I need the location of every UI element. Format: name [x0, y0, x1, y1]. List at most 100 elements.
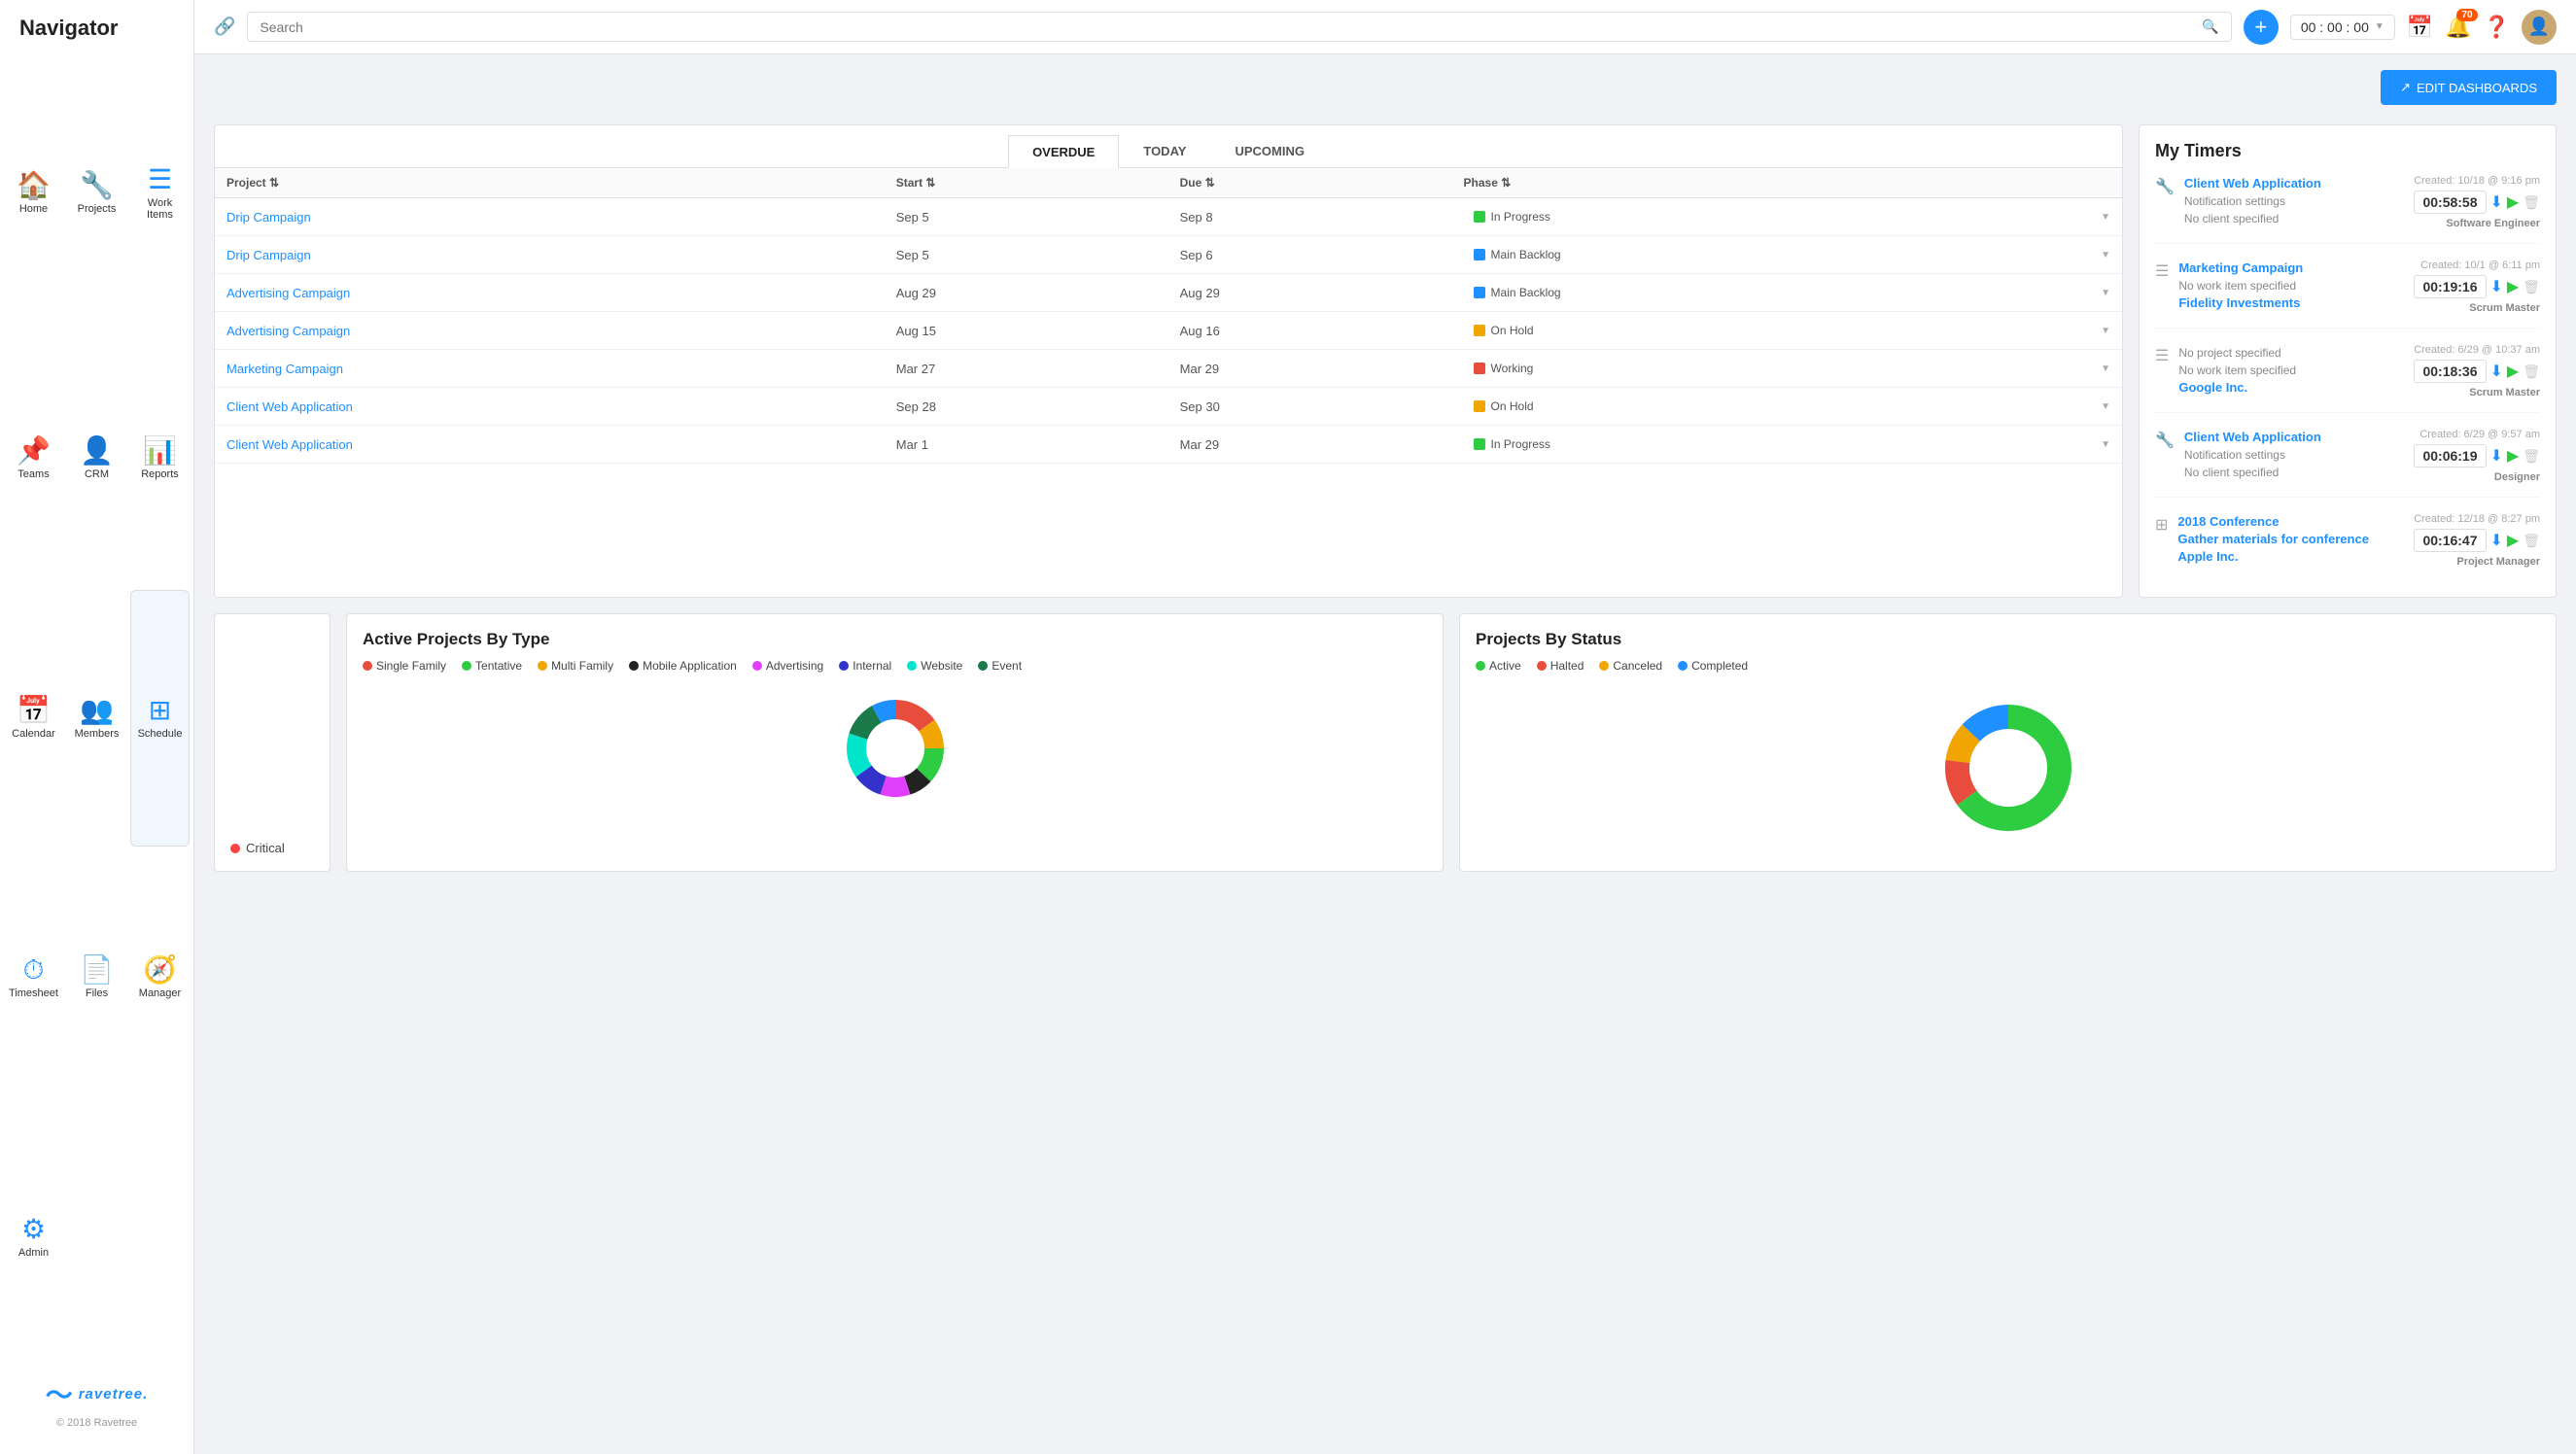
- project-link[interactable]: Advertising Campaign: [215, 312, 885, 350]
- timer-link[interactable]: 2018 Conference: [2177, 514, 2279, 529]
- project-link[interactable]: Advertising Campaign: [215, 274, 885, 312]
- timer-download-btn[interactable]: ⬇: [2490, 531, 2503, 550]
- reports-icon: 📊: [143, 437, 177, 465]
- phase-cell[interactable]: On Hold ▼: [1452, 388, 2122, 426]
- phase-cell[interactable]: Main Backlog ▼: [1452, 236, 2122, 274]
- timer-download-btn[interactable]: ⬇: [2490, 192, 2503, 212]
- projects-status-title: Projects By Status: [1476, 630, 2540, 649]
- timers-title: My Timers: [2155, 141, 2540, 161]
- phase-cell[interactable]: On Hold ▼: [1452, 312, 2122, 350]
- timer-client-link[interactable]: Google Inc.: [2178, 380, 2247, 395]
- dashboard-top-row: OVERDUETODAYUPCOMING Project ⇅ Start ⇅ D…: [214, 124, 2557, 598]
- tab-overdue[interactable]: OVERDUE: [1008, 135, 1119, 168]
- sidebar-item-work-items[interactable]: ☰ Work Items: [130, 60, 190, 327]
- legend-dot: [363, 661, 372, 671]
- sidebar-item-timesheet[interactable]: ⏱ Timesheet: [4, 850, 63, 1105]
- timer-type-icon: ⊞: [2155, 515, 2168, 535]
- sidebar-item-reports[interactable]: 📊 Reports: [130, 330, 190, 585]
- phase-cell[interactable]: Main Backlog ▼: [1452, 274, 2122, 312]
- link-icon[interactable]: 🔗: [214, 17, 235, 37]
- legend-label: Event: [992, 659, 1022, 673]
- edit-dashboards-button[interactable]: ↗ EDIT DASHBOARDS: [2381, 70, 2557, 105]
- search-input[interactable]: [260, 19, 2202, 35]
- legend-item: Advertising: [752, 659, 823, 673]
- critical-label: Critical: [230, 841, 314, 855]
- timer-client-link[interactable]: Fidelity Investments: [2178, 295, 2300, 310]
- sidebar-item-calendar[interactable]: 📅 Calendar: [4, 590, 63, 847]
- phase-cell[interactable]: Working ▼: [1452, 350, 2122, 388]
- sidebar-label-projects: Projects: [78, 203, 117, 215]
- timer-play-btn[interactable]: ▶: [2507, 531, 2519, 550]
- timer-time-display: 00:19:16: [2414, 275, 2486, 298]
- phase-cell[interactable]: In Progress ▼: [1452, 426, 2122, 464]
- legend-dot: [462, 661, 471, 671]
- col-due: Due ⇅: [1168, 168, 1452, 198]
- notification-icon[interactable]: 🔔 70: [2445, 15, 2471, 40]
- sidebar-item-admin[interactable]: ⚙ Admin: [4, 1110, 63, 1365]
- timer-value: 00 : 00 : 00: [2301, 19, 2369, 35]
- logo-icon: 〜: [46, 1374, 73, 1413]
- work-items-icon: ☰: [148, 166, 172, 193]
- timer-right: Created: 6/29 @ 9:57 am 00:06:19 ⬇ ▶ 🗑 D…: [2414, 429, 2540, 483]
- timer-info: No project specified No work item specif…: [2178, 344, 2404, 397]
- phase-cell[interactable]: In Progress ▼: [1452, 198, 2122, 236]
- calendar-icon[interactable]: 📅: [2407, 15, 2433, 40]
- sidebar-label-files: Files: [86, 987, 108, 999]
- project-link[interactable]: Drip Campaign: [215, 198, 885, 236]
- timer-delete-btn[interactable]: 🗑: [2523, 279, 2540, 295]
- timer-play-btn[interactable]: ▶: [2507, 446, 2519, 466]
- legend-item: Website: [907, 659, 962, 673]
- project-link[interactable]: Marketing Campaign: [215, 350, 885, 388]
- project-link[interactable]: Client Web Application: [215, 388, 885, 426]
- user-avatar[interactable]: 👤: [2522, 10, 2557, 45]
- timer-delete-btn[interactable]: 🗑: [2523, 194, 2540, 211]
- projects-icon: 🔧: [80, 172, 114, 199]
- sidebar-label-reports: Reports: [141, 468, 179, 480]
- phase-caret: ▼: [2101, 250, 2110, 260]
- work-items-panel: OVERDUETODAYUPCOMING Project ⇅ Start ⇅ D…: [214, 124, 2123, 598]
- timer-play-btn[interactable]: ▶: [2507, 192, 2519, 212]
- timer-link[interactable]: Marketing Campaign: [2178, 260, 2303, 275]
- legend-label: Single Family: [376, 659, 446, 673]
- admin-icon: ⚙: [21, 1216, 46, 1243]
- sidebar-item-teams[interactable]: 📌 Teams: [4, 330, 63, 585]
- timer-delete-btn[interactable]: 🗑: [2523, 533, 2540, 549]
- project-link[interactable]: Client Web Application: [215, 426, 885, 464]
- timer-delete-btn[interactable]: 🗑: [2523, 364, 2540, 380]
- sidebar-item-projects[interactable]: 🔧 Projects: [67, 60, 126, 327]
- sidebar-item-files[interactable]: 📄 Files: [67, 850, 126, 1105]
- timer-download-btn[interactable]: ⬇: [2490, 362, 2503, 381]
- timer-play-btn[interactable]: ▶: [2507, 277, 2519, 296]
- project-link[interactable]: Drip Campaign: [215, 236, 885, 274]
- timer-role: Scrum Master: [2469, 387, 2540, 398]
- sidebar-item-schedule[interactable]: ⊞ Schedule: [130, 590, 190, 847]
- add-button[interactable]: +: [2244, 10, 2279, 45]
- nav-grid: 🏠 Home 🔧 Projects ☰ Work Items 📌 Teams 👤…: [0, 60, 193, 1365]
- timer-entry: ☰ No project specified No work item spec…: [2155, 344, 2540, 413]
- timer-play-btn[interactable]: ▶: [2507, 362, 2519, 381]
- sidebar-item-crm[interactable]: 👤 CRM: [67, 330, 126, 585]
- timer-download-btn[interactable]: ⬇: [2490, 446, 2503, 466]
- timer-link[interactable]: Client Web Application: [2184, 176, 2321, 190]
- sidebar-label-crm: CRM: [85, 468, 109, 480]
- timer-client-link[interactable]: Apple Inc.: [2177, 549, 2238, 564]
- timer-link[interactable]: Gather materials for conference: [2177, 532, 2369, 546]
- help-icon[interactable]: ❓: [2484, 15, 2510, 40]
- timer-link[interactable]: Client Web Application: [2184, 430, 2321, 444]
- timer-created: Created: 6/29 @ 9:57 am: [2419, 429, 2540, 440]
- sidebar-item-members[interactable]: 👥 Members: [67, 590, 126, 847]
- due-date: Aug 29: [1168, 274, 1452, 312]
- sidebar-item-manager[interactable]: 🧭 Manager: [130, 850, 190, 1105]
- timer-type-icon: ☰: [2155, 346, 2169, 365]
- timer-delete-btn[interactable]: 🗑: [2523, 448, 2540, 465]
- sidebar-footer: 〜 ravetree. © 2018 Ravetree: [46, 1365, 149, 1438]
- timer-download-btn[interactable]: ⬇: [2490, 277, 2503, 296]
- timer-button[interactable]: 00 : 00 : 00 ▼: [2290, 15, 2395, 40]
- status-legend: Active Halted Canceled Completed: [1476, 659, 2540, 673]
- tab-upcoming[interactable]: UPCOMING: [1210, 135, 1329, 167]
- sidebar-label-calendar: Calendar: [12, 728, 55, 740]
- legend-dot: [1599, 661, 1609, 671]
- sidebar-item-home[interactable]: 🏠 Home: [4, 60, 63, 327]
- tab-today[interactable]: TODAY: [1119, 135, 1210, 167]
- sidebar-label-manager: Manager: [139, 987, 181, 999]
